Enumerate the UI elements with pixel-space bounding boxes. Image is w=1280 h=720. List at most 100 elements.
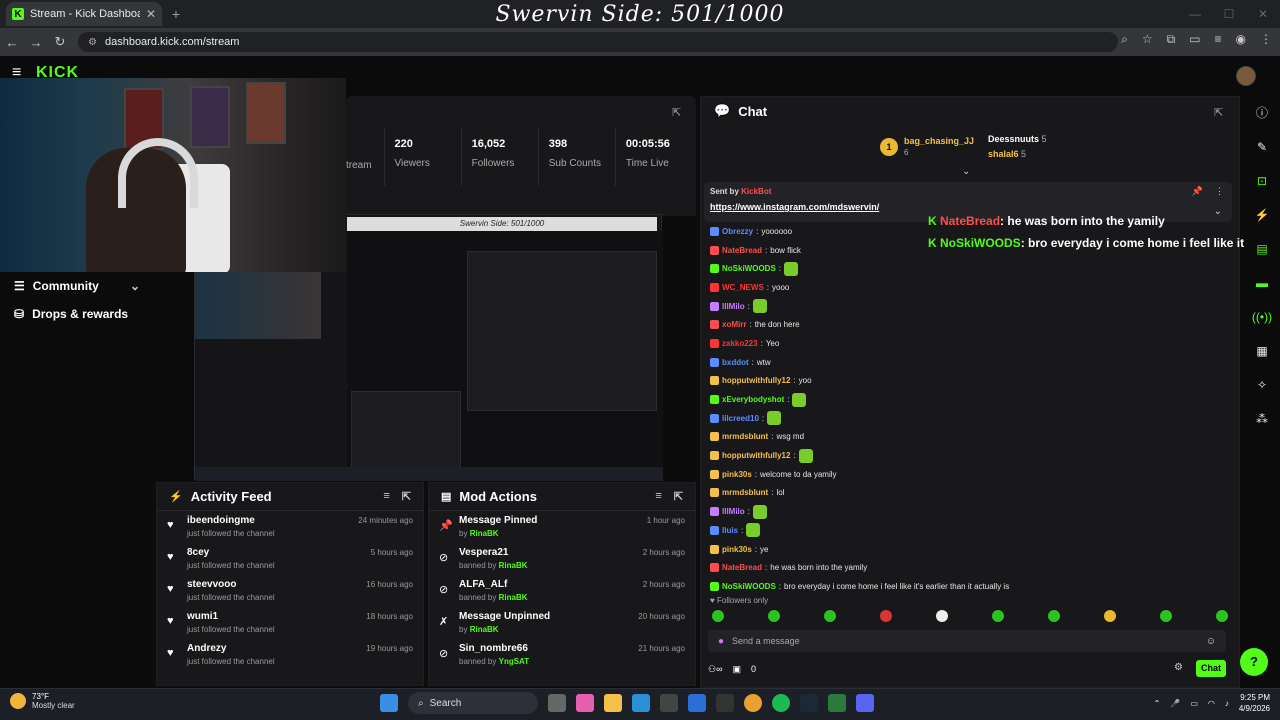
site-info-icon[interactable]: ⚙ [88,37,97,48]
chat-icon[interactable]: ▬ [1244,266,1280,300]
chat-username[interactable]: Obrezzy [722,227,753,236]
forward-icon[interactable]: → [24,35,48,50]
chat-input[interactable]: ● Send a message ☺ [708,630,1226,652]
chat-settings-icon[interactable]: ⚙ [1174,662,1183,673]
wifi-icon[interactable]: ◠ [1208,699,1215,708]
wrench-icon[interactable]: ✧ [1244,368,1280,402]
expand-leaderboard-icon[interactable]: ⌄ [962,166,970,177]
clock[interactable]: 9:25 PM 4/9/2026 [1239,692,1270,714]
steam-icon[interactable] [800,694,818,712]
file-explorer-icon[interactable] [604,694,622,712]
chat-username[interactable]: mrmdsblunt [722,488,768,497]
chat-username[interactable]: lllMilo [722,302,745,311]
emoji-icon[interactable]: ☺ [1206,636,1216,647]
emote-icon[interactable] [824,610,836,622]
chat-username[interactable]: NateBread [722,563,762,572]
help-button[interactable]: ? [1240,648,1268,676]
app-icon[interactable] [716,694,734,712]
weather-widget[interactable]: 73°F Mostly clear [10,692,75,710]
emote-icon[interactable] [936,610,948,622]
filter-icon[interactable]: ≡ [383,490,389,503]
filter-icon[interactable]: ≡ [655,490,661,503]
share-icon[interactable]: ⁂ [1244,402,1280,436]
profile-icon[interactable]: ◉ [1236,32,1246,47]
taskbar-search[interactable]: ⌕ Search [408,692,538,714]
emote-icon[interactable] [712,610,724,622]
emote-icon[interactable] [1048,610,1060,622]
outlook-icon[interactable] [688,694,706,712]
emote-icon[interactable] [1104,610,1116,622]
edit-icon[interactable]: ✎ [1244,130,1280,164]
popout-icon[interactable]: ⇱ [402,490,411,503]
sidebar-item-community[interactable]: ☰ Community ⌄ [0,272,154,300]
minimize-icon[interactable]: — [1178,0,1212,28]
copilot-icon[interactable] [576,694,594,712]
new-tab-button[interactable]: + [168,6,184,22]
chat-username[interactable]: zakko223 [722,339,758,348]
chat-username[interactable]: xoMirr [722,320,746,329]
chat-username[interactable]: lilcreed10 [722,414,759,423]
chat-username[interactable]: lllMilo [722,507,745,516]
browser-tab[interactable]: K Stream - Kick Dashboard ✕ [6,2,162,26]
maximize-icon[interactable]: ☐ [1212,0,1246,28]
emote-icon[interactable] [1216,610,1228,622]
gift-icon[interactable]: ▣ [732,664,741,675]
chat-username[interactable]: NoSkiWOODS [722,582,776,591]
display-icon[interactable]: ▭ [1190,699,1198,708]
task-view-icon[interactable] [548,694,566,712]
chat-popout-icon[interactable]: ⇱ [1214,106,1223,119]
chat-username[interactable]: NoSkiWOODS [722,264,776,273]
document-icon[interactable]: ▤ [1244,232,1280,266]
edge-icon[interactable] [632,694,650,712]
popout-icon[interactable]: ⇱ [672,106,681,119]
mic-icon[interactable]: ● [718,636,724,647]
chat-username[interactable]: hopputwithfully12 [722,376,790,385]
chat-username[interactable]: hopputwithfully12 [722,451,790,460]
chat-username[interactable]: WC_NEWS [722,283,764,292]
emote-icon[interactable] [1160,610,1172,622]
popout-icon[interactable]: ⇱ [674,490,683,503]
sidebar-item-drops[interactable]: ⛁ Drops & rewards [0,300,154,328]
emote-icon[interactable] [768,610,780,622]
volume-icon[interactable]: ♪ [1225,699,1229,708]
back-icon[interactable]: ← [0,35,24,50]
chat-username[interactable]: bxddot [722,358,749,367]
broadcast-icon[interactable]: ((•)) [1244,300,1280,334]
xbox-icon[interactable] [828,694,846,712]
media-icon[interactable]: ≡ [1215,32,1222,47]
discord-icon[interactable] [856,694,874,712]
chevron-up-icon[interactable]: ⌃ [1154,699,1161,708]
chat-username[interactable]: pink30s [722,470,752,479]
users-icon[interactable]: ⚇∞ [708,664,722,675]
spotify-icon[interactable] [772,694,790,712]
reload-icon[interactable]: ↻ [48,34,72,50]
chat-username[interactable]: xEverybodyshot [722,395,784,404]
more-options-icon[interactable]: ⋮ [1215,186,1224,197]
send-chat-button[interactable]: Chat [1196,660,1226,677]
screen-icon[interactable]: ⊡ [1244,164,1280,198]
zoom-icon[interactable]: ⌕ [1121,32,1128,47]
bolt-icon[interactable]: ⚡ [1244,198,1280,232]
layout-icon[interactable]: ▦ [1244,334,1280,368]
extensions-icon[interactable]: ⧉ [1167,32,1176,47]
mic-icon[interactable]: 🎤 [1170,699,1180,708]
browser-menu-icon[interactable]: ⋮ [1260,32,1272,47]
chrome-icon[interactable] [744,694,762,712]
app-icon[interactable] [660,694,678,712]
info-icon[interactable]: ⓘ [1244,96,1280,130]
chat-username[interactable]: pink30s [722,545,752,554]
emote-icon[interactable] [880,610,892,622]
close-tab-icon[interactable]: ✕ [146,7,156,21]
cast-icon[interactable]: ▭ [1189,32,1200,47]
chat-username[interactable]: mrmdsblunt [722,432,768,441]
close-window-icon[interactable]: ✕ [1246,0,1280,28]
url-field[interactable]: ⚙ dashboard.kick.com/stream [78,32,1118,52]
emote-icon[interactable] [992,610,1004,622]
chat-username[interactable]: lluis [722,526,738,535]
user-avatar[interactable] [1236,66,1256,86]
chat-username[interactable]: NateBread [722,246,762,255]
windows-start-icon[interactable] [380,694,398,712]
pinned-link[interactable]: https://www.instagram.com/mdswervin/ [710,202,879,212]
bookmark-star-icon[interactable]: ☆ [1142,32,1153,47]
pin-icon[interactable]: 📌 [1192,186,1203,197]
